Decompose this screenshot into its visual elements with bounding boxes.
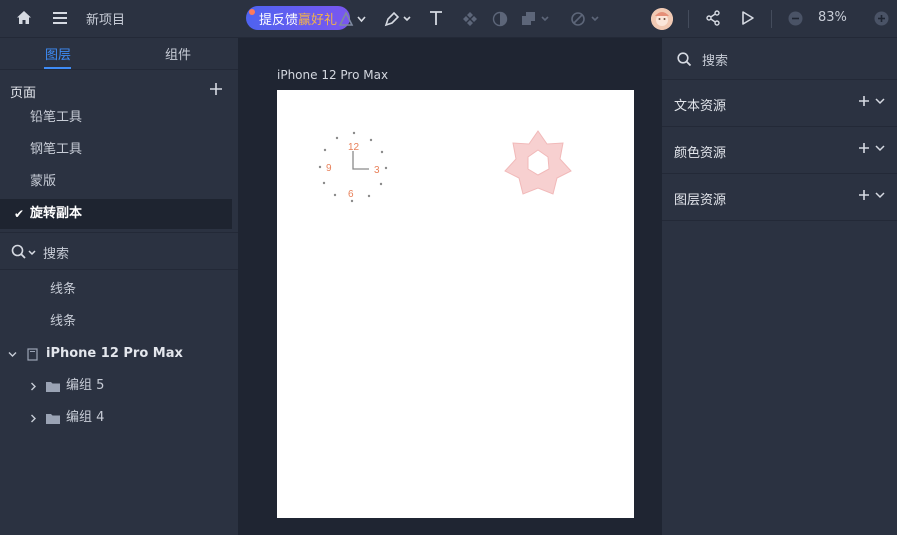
zoom-out-icon[interactable] <box>788 11 803 26</box>
search-input[interactable]: 搜索 <box>43 243 69 262</box>
plus-icon[interactable] <box>858 142 870 154</box>
clock-illustration[interactable]: 12 3 6 9 <box>318 131 388 203</box>
tab-layers[interactable]: 图层 <box>45 44 71 63</box>
page-label: 蒙版 <box>30 174 57 189</box>
top-toolbar: 新项目 提反馈 赢好礼 83% <box>0 0 897 38</box>
user-avatar[interactable] <box>651 8 673 30</box>
home-icon[interactable] <box>16 10 32 26</box>
clock-number-9: 9 <box>326 163 332 174</box>
right-panel: 搜索 文本资源 颜色资源 图层资源 <box>662 38 897 535</box>
layer-item-group[interactable]: 编组 4 <box>0 403 238 433</box>
layer-search[interactable]: 搜索 <box>0 232 238 270</box>
layer-label: 编组 5 <box>66 378 105 393</box>
section-label: 文本资源 <box>674 99 727 114</box>
toolbar-divider <box>688 10 689 28</box>
clock-number-3: 3 <box>374 165 380 176</box>
layer-item-group[interactable]: 编组 5 <box>0 371 238 401</box>
project-name[interactable]: 新项目 <box>86 9 125 28</box>
asset-search[interactable]: 搜索 <box>662 38 897 80</box>
artboard-title[interactable]: iPhone 12 Pro Max <box>277 68 388 82</box>
search-icon[interactable] <box>677 52 692 67</box>
layer-label: 编组 4 <box>66 410 105 425</box>
text-tool-icon[interactable] <box>428 10 444 26</box>
play-icon[interactable] <box>740 10 756 26</box>
search-icon[interactable] <box>11 244 39 260</box>
page-label: 钢笔工具 <box>30 142 83 157</box>
share-icon[interactable] <box>705 10 721 26</box>
section-label: 图层资源 <box>674 193 727 208</box>
feedback-highlight: 赢好礼 <box>298 12 338 28</box>
page-label: 铅笔工具 <box>30 110 83 125</box>
artboard-canvas[interactable]: 12 3 6 9 <box>277 90 634 518</box>
chevron-down-icon[interactable] <box>874 189 886 201</box>
clock-hands <box>352 151 369 170</box>
zoom-in-icon[interactable] <box>874 11 889 26</box>
shape-tool-icon[interactable] <box>338 11 366 27</box>
layer-label: 线条 <box>50 282 77 297</box>
feedback-button[interactable]: 提反馈 赢好礼 <box>246 6 350 30</box>
notification-dot <box>249 9 255 15</box>
folder-icon <box>45 412 61 425</box>
section-actions <box>858 142 886 154</box>
page-item[interactable]: 蒙版 <box>0 167 232 197</box>
chevron-right-icon[interactable] <box>29 414 38 423</box>
pages-header: 页面 <box>10 86 37 101</box>
layer-label: 线条 <box>50 314 77 329</box>
text-assets-section[interactable]: 文本资源 <box>662 80 897 127</box>
artboard-content: 12 3 6 9 <box>318 130 572 203</box>
chevron-right-icon[interactable] <box>29 382 38 391</box>
color-assets-section[interactable]: 颜色资源 <box>662 127 897 174</box>
plus-icon[interactable] <box>858 189 870 201</box>
pen-tool-icon[interactable] <box>382 10 412 28</box>
feedback-label: 提反馈 <box>258 12 298 28</box>
section-actions <box>858 95 886 107</box>
chevron-down-icon[interactable] <box>8 350 17 359</box>
left-panel: 图层 组件 页面 铅笔工具 钢笔工具 蒙版 ✔ 旋转副本 搜索 线条 线条 iP… <box>0 38 238 535</box>
mask-icon[interactable] <box>492 11 508 27</box>
plus-icon[interactable] <box>858 95 870 107</box>
boolean-icon[interactable] <box>520 11 552 27</box>
layer-assets-section[interactable]: 图层资源 <box>662 174 897 221</box>
page-label: 旋转副本 <box>30 206 83 221</box>
layer-label: iPhone 12 Pro Max <box>46 346 183 361</box>
component-icon[interactable] <box>462 11 478 27</box>
menu-icon[interactable] <box>52 10 68 26</box>
asset-search-input[interactable]: 搜索 <box>702 50 728 69</box>
zoom-level[interactable]: 83% <box>818 10 847 25</box>
chevron-down-icon[interactable] <box>874 142 886 154</box>
check-icon: ✔ <box>14 207 25 221</box>
section-label: 颜色资源 <box>674 146 727 161</box>
add-page-icon[interactable] <box>208 81 224 97</box>
section-actions <box>858 189 886 201</box>
clock-number-6: 6 <box>348 189 354 200</box>
folder-icon <box>45 380 61 393</box>
toolbar-divider <box>771 10 772 28</box>
active-tab-indicator <box>44 67 71 69</box>
page-item[interactable]: 钢笔工具 <box>0 135 232 165</box>
panel-tabs: 图层 组件 <box>0 38 238 70</box>
artboard-icon <box>27 348 38 361</box>
page-item-active[interactable]: ✔ 旋转副本 <box>0 199 232 229</box>
tab-components[interactable]: 组件 <box>165 44 191 63</box>
page-item[interactable]: 铅笔工具 <box>0 103 232 133</box>
layer-item-artboard[interactable]: iPhone 12 Pro Max <box>0 339 238 369</box>
disable-icon[interactable] <box>570 11 602 27</box>
layer-item[interactable]: 线条 <box>0 307 238 337</box>
layer-item[interactable]: 线条 <box>0 275 238 305</box>
chevron-down-icon[interactable] <box>874 95 886 107</box>
clock-number-12: 12 <box>348 142 360 153</box>
star-illustration[interactable] <box>504 130 572 195</box>
